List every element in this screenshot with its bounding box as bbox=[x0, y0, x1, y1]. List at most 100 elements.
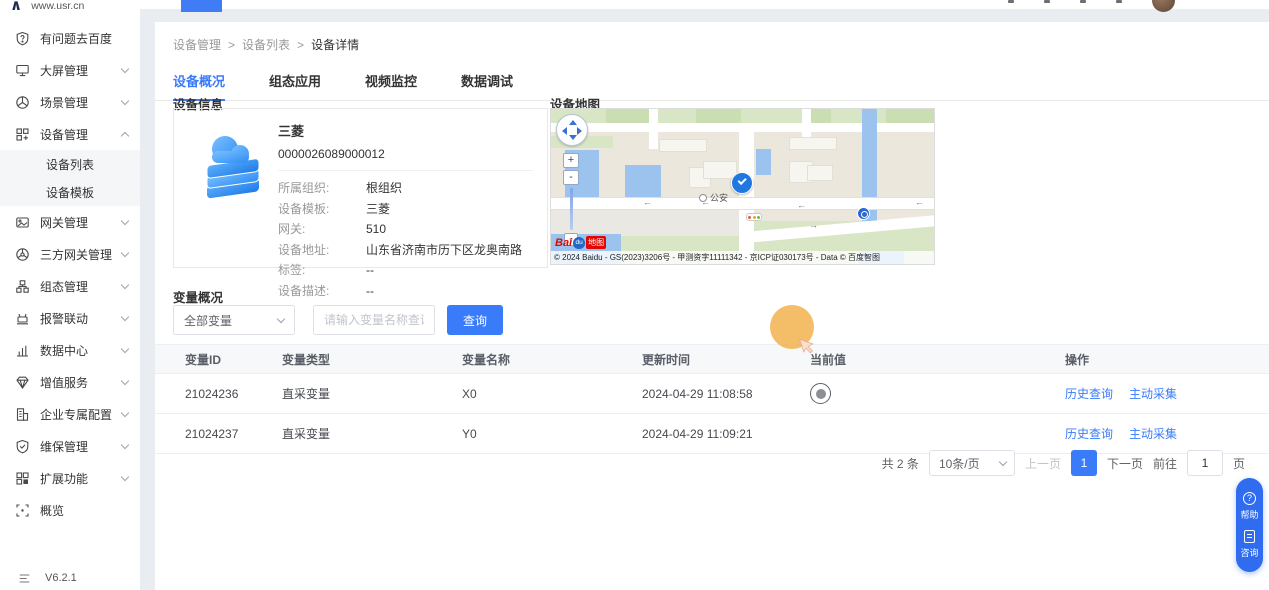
breadcrumb-device-mgmt[interactable]: 设备管理 bbox=[173, 36, 221, 53]
value-service-icon bbox=[15, 375, 30, 390]
road-arrow-icon: ← bbox=[915, 198, 924, 207]
header-icon[interactable] bbox=[1080, 0, 1086, 3]
pan-right-icon[interactable] bbox=[577, 127, 582, 135]
breadcrumb: 设备管理 > 设备列表 > 设备详情 bbox=[155, 22, 1269, 53]
breadcrumb-device-list[interactable]: 设备列表 bbox=[242, 36, 290, 53]
consult-button[interactable]: 咨询 bbox=[1240, 530, 1258, 559]
map-pan-control[interactable] bbox=[556, 114, 588, 146]
overview-icon bbox=[15, 503, 30, 518]
traffic-light-icon bbox=[746, 213, 762, 221]
variable-name: X0 bbox=[462, 387, 642, 401]
page-size-select[interactable]: 10条/页 bbox=[929, 450, 1015, 476]
header-icon[interactable] bbox=[1116, 0, 1122, 3]
help-button[interactable]: ? 帮助 bbox=[1240, 492, 1258, 521]
sidebar-item-device-mgmt[interactable]: 设备管理 bbox=[0, 118, 140, 150]
map-trees bbox=[696, 109, 741, 123]
tab-scada-app[interactable]: 组态应用 bbox=[269, 71, 321, 100]
sidebar-item-scada-mgmt[interactable]: 组态管理 bbox=[0, 270, 140, 302]
road-arrow-icon: ← bbox=[797, 201, 806, 210]
variable-search-input[interactable] bbox=[313, 305, 435, 335]
next-page-button[interactable]: 下一页 bbox=[1107, 455, 1143, 472]
tab-data-debug[interactable]: 数据调试 bbox=[461, 71, 513, 100]
sidebar-item-device-template[interactable]: 设备模板 bbox=[0, 178, 140, 206]
chevron-down-icon bbox=[277, 315, 285, 323]
document-icon bbox=[1244, 530, 1255, 543]
query-button[interactable]: 查询 bbox=[447, 305, 503, 335]
sidebar-item-screen-mgmt[interactable]: 大屏管理 bbox=[0, 54, 140, 86]
device-id: 0000026089000012 bbox=[278, 147, 533, 161]
active-collect-link[interactable]: 主动采集 bbox=[1129, 425, 1177, 442]
site-url: www.usr.cn bbox=[31, 0, 84, 12]
poi-police: 公安 bbox=[699, 191, 728, 204]
sidebar-item-extensions[interactable]: 扩展功能 bbox=[0, 462, 140, 494]
sidebar-item-alarm-linkage[interactable]: 报警联动 bbox=[0, 302, 140, 334]
map-building bbox=[807, 165, 833, 181]
header-icon[interactable] bbox=[1008, 0, 1014, 3]
poi-dot-icon bbox=[699, 194, 707, 202]
device-location-marker[interactable] bbox=[731, 172, 753, 194]
device-icon bbox=[15, 127, 30, 142]
road-arrow-icon: → bbox=[809, 221, 818, 230]
pan-left-icon[interactable] bbox=[562, 127, 567, 135]
chevron-down-icon bbox=[121, 216, 129, 224]
pan-up-icon[interactable] bbox=[569, 120, 577, 125]
zoom-out-button[interactable]: - bbox=[563, 170, 579, 185]
sidebar-item-data-center[interactable]: 数据中心 bbox=[0, 334, 140, 366]
sidebar-item-enterprise-config[interactable]: 企业专属配置 bbox=[0, 398, 140, 430]
extension-icon bbox=[15, 471, 30, 486]
floating-help-menu[interactable]: ? 帮助 咨询 bbox=[1236, 478, 1263, 572]
zoom-in-button[interactable]: + bbox=[563, 153, 579, 168]
variable-type-select[interactable]: 全部变量 bbox=[173, 305, 295, 335]
question-circle-icon: ? bbox=[1243, 492, 1256, 505]
variable-filter-row: 全部变量 查询 bbox=[173, 305, 503, 335]
sidebar: ∧ www.usr.cn 有问题去百度 大屏管理 场景管理 设备管理 设备列表 … bbox=[0, 0, 140, 590]
chevron-down-icon bbox=[121, 440, 129, 448]
sidebar-item-third-party-gateway[interactable]: 三方网关管理 bbox=[0, 238, 140, 270]
variable-id: 21024236 bbox=[185, 387, 282, 401]
page-number-button[interactable]: 1 bbox=[1071, 450, 1097, 476]
map-road bbox=[649, 109, 658, 149]
field-address: 设备地址:山东省济南市历下区龙奥南路 bbox=[278, 240, 533, 261]
usr-logo-icon: ∧ bbox=[10, 1, 22, 11]
sidebar-item-overview[interactable]: 概览 bbox=[0, 494, 140, 526]
tab-video-monitor[interactable]: 视频监控 bbox=[365, 71, 417, 100]
history-query-link[interactable]: 历史查询 bbox=[1065, 425, 1113, 442]
pan-down-icon[interactable] bbox=[569, 135, 577, 140]
variable-name: Y0 bbox=[462, 427, 642, 441]
chevron-down-icon bbox=[121, 344, 129, 352]
total-count: 共 2 条 bbox=[882, 455, 919, 472]
device-info-panel: 三菱 0000026089000012 所属组织:根组织 设备模板:三菱 网关:… bbox=[173, 108, 548, 268]
zoom-slider[interactable] bbox=[570, 188, 573, 230]
field-org: 所属组织:根组织 bbox=[278, 178, 533, 199]
active-top-tab[interactable] bbox=[181, 0, 222, 12]
map-building bbox=[659, 139, 707, 152]
chevron-up-icon bbox=[121, 131, 129, 139]
header-icon[interactable] bbox=[1044, 0, 1050, 3]
map-water bbox=[756, 149, 771, 175]
field-description: 设备描述:-- bbox=[278, 281, 533, 302]
current-value-radio[interactable] bbox=[810, 383, 831, 404]
data-center-icon bbox=[15, 343, 30, 358]
active-collect-link[interactable]: 主动采集 bbox=[1129, 385, 1177, 402]
map-trees bbox=[886, 109, 935, 123]
history-query-link[interactable]: 历史查询 bbox=[1065, 385, 1113, 402]
sidebar-item-baidu-help[interactable]: 有问题去百度 bbox=[0, 22, 140, 54]
variable-updated: 2024-04-29 11:09:21 bbox=[642, 427, 810, 441]
enterprise-icon bbox=[15, 407, 30, 422]
sidebar-item-device-list[interactable]: 设备列表 bbox=[0, 150, 140, 178]
prev-page-button[interactable]: 上一页 bbox=[1025, 455, 1061, 472]
sidebar-item-value-services[interactable]: 增值服务 bbox=[0, 366, 140, 398]
device-name: 三菱 bbox=[278, 121, 533, 140]
detail-tabs: 设备概况 组态应用 视频监控 数据调试 bbox=[155, 71, 1269, 101]
field-template: 设备模板:三菱 bbox=[278, 199, 533, 220]
shield-question-icon bbox=[15, 31, 30, 46]
baidu-map[interactable]: ← ← ← → ← 公安 + - bbox=[550, 108, 935, 265]
goto-unit: 页 bbox=[1233, 455, 1245, 472]
sidebar-item-gateway-mgmt[interactable]: 网关管理 bbox=[0, 206, 140, 238]
scada-icon bbox=[15, 279, 30, 294]
variables-table: 变量ID 变量类型 变量名称 更新时间 当前值 操作 21024236 直采变量… bbox=[155, 344, 1269, 454]
logo-row[interactable]: ∧ www.usr.cn bbox=[0, 0, 140, 14]
goto-page-input[interactable] bbox=[1187, 450, 1223, 476]
sidebar-item-scene-mgmt[interactable]: 场景管理 bbox=[0, 86, 140, 118]
sidebar-item-maintenance-mgmt[interactable]: 维保管理 bbox=[0, 430, 140, 462]
